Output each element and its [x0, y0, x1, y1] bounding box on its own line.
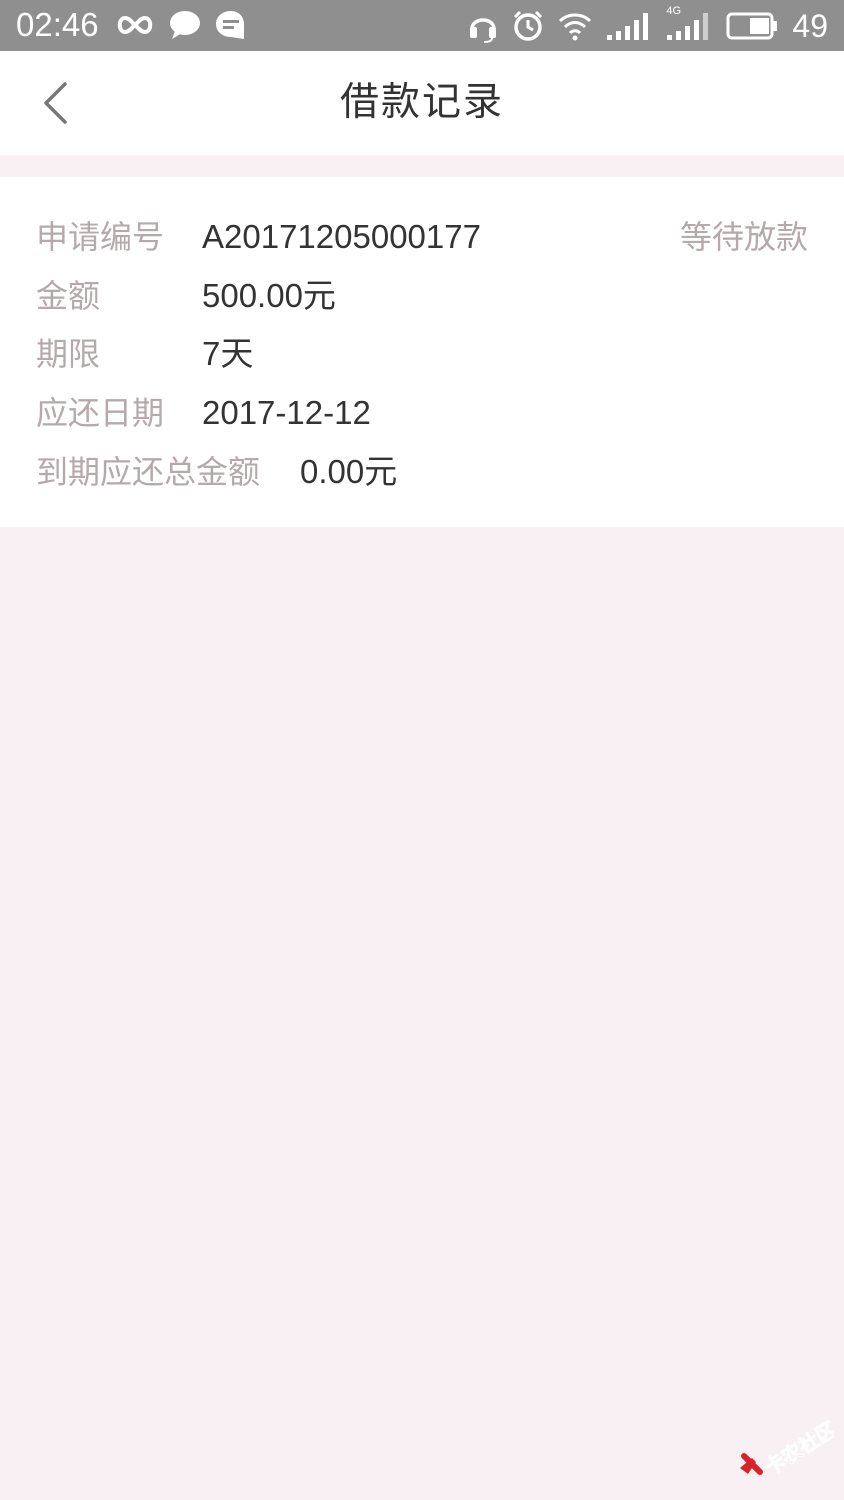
- wifi-icon: [558, 11, 592, 41]
- record-value: 7天: [202, 335, 254, 372]
- battery-level: 49: [792, 8, 828, 44]
- signal-icon: [606, 11, 652, 41]
- record-label: 期限: [36, 335, 101, 373]
- loan-record-card[interactable]: 等待放款 申请编号 A20171205000177 金额 500.00元 期限 …: [0, 177, 844, 527]
- record-label: 到期应还总金额: [36, 453, 261, 491]
- signal-4g-label: 4G: [666, 5, 682, 17]
- signal-4g-icon: 4G: [666, 5, 712, 41]
- chat-bubble-icon: [168, 10, 202, 40]
- battery-icon: [726, 12, 778, 40]
- record-value: 0.00元: [300, 453, 398, 490]
- nav-bar: 借款记录: [0, 51, 844, 155]
- record-value: 500.00元: [202, 277, 336, 314]
- loan-status: 等待放款: [679, 218, 808, 256]
- headset-icon: [468, 9, 498, 43]
- watermark-logo: 卡农社区: [734, 1414, 841, 1484]
- message-icon: [214, 9, 248, 41]
- infinity-icon: [114, 14, 156, 36]
- record-label: 金额: [36, 277, 101, 315]
- record-label: 申请编号: [36, 218, 165, 256]
- watermark-text: 卡农社区: [760, 1417, 834, 1480]
- record-value: 2017-12-12: [202, 394, 371, 431]
- record-value: A20171205000177: [202, 218, 481, 255]
- page-title: 借款记录: [339, 80, 504, 125]
- watermark-mark-icon: [740, 1453, 763, 1475]
- status-time: 02:46: [16, 6, 99, 43]
- alarm-icon: [512, 10, 544, 42]
- status-right-icons: 4G 49: [468, 5, 828, 46]
- status-left-icons: [114, 8, 248, 42]
- record-label: 应还日期: [36, 394, 165, 432]
- status-bar: 02:46 4G 49: [0, 0, 844, 51]
